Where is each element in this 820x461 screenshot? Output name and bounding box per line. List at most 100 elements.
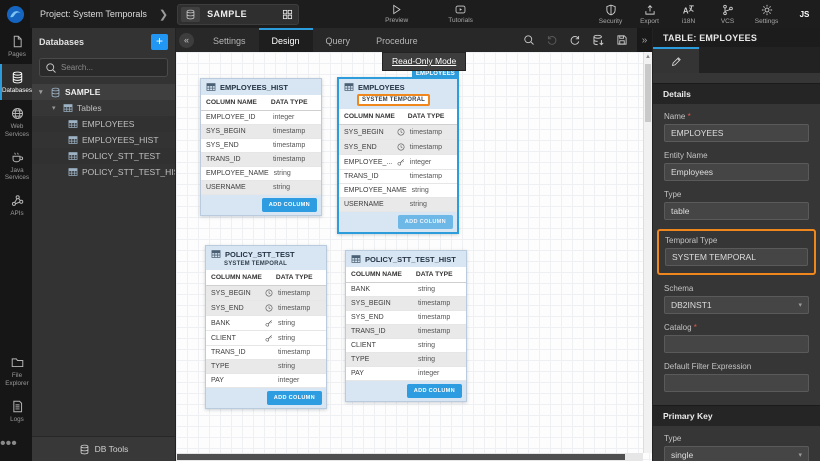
tree-node-table[interactable]: POLICY_STT_TEST [32, 148, 175, 164]
folder-icon [11, 356, 24, 369]
add-column-button[interactable]: ADD COLUMN [407, 384, 462, 398]
add-database-button[interactable]: + [151, 34, 168, 50]
i18n-button[interactable]: Ai18N [672, 4, 705, 25]
tab-procedure[interactable]: Procedure [363, 28, 431, 52]
db-tools-button[interactable]: DB Tools [32, 436, 175, 461]
scroll-up-icon[interactable]: ▲ [644, 52, 652, 62]
table-card-employees[interactable]: EMPLOYEESEMPLOYEESSYSTEM TEMPORALCOLUMN … [337, 77, 459, 234]
column-row[interactable]: SYS_ENDtimestamp [206, 301, 326, 316]
input-control[interactable] [664, 335, 809, 353]
table-card-policy_stt_test_hist[interactable]: POLICY_STT_TEST_HISTCOLUMN NAMEDATA TYPE… [345, 250, 467, 402]
column-row[interactable]: PAYinteger [346, 367, 466, 381]
tree-node-table[interactable]: EMPLOYEES_HIST [32, 132, 175, 148]
app-logo-icon[interactable] [0, 0, 30, 28]
sidebar-item-databases[interactable]: Databases [0, 64, 32, 100]
sidebar-item-logs[interactable]: Logs [0, 393, 32, 429]
tree-node-tables-group[interactable]: ▾Tables [32, 100, 175, 116]
column-row[interactable]: BANKstring [346, 283, 466, 297]
expand-panel-button[interactable]: » [637, 28, 652, 52]
gear-icon [761, 4, 773, 16]
more-options-icon[interactable]: ••• [0, 429, 32, 461]
column-row[interactable]: SYS_BEGINtimestamp [206, 286, 326, 301]
select-control[interactable]: single▾ [664, 446, 809, 461]
scrollbar-thumb[interactable] [645, 64, 651, 122]
column-row[interactable]: TRANS_IDtimestamp [339, 170, 457, 184]
column-row[interactable]: SYS_ENDtimestamp [346, 311, 466, 325]
scrollbar-thumb[interactable] [177, 454, 625, 460]
db-sync-icon[interactable] [592, 34, 605, 47]
column-row[interactable]: EMPLOYEE_NAMEstring [201, 167, 321, 181]
vcs-button[interactable]: VCS [711, 4, 744, 25]
clock-icon [265, 289, 273, 297]
input-control[interactable]: Employees [664, 163, 809, 181]
pencil-icon [671, 56, 682, 67]
column-row[interactable]: TRANS_IDtimestamp [201, 153, 321, 167]
column-row[interactable]: EMPLOYEE_IDinteger [201, 111, 321, 125]
caret-down-icon[interactable]: ▾ [52, 104, 59, 112]
column-row[interactable]: EMPLOYEE_...integer [339, 155, 457, 170]
redo-icon[interactable] [569, 34, 581, 46]
add-column-button[interactable]: ADD COLUMN [398, 215, 453, 229]
schema-canvas[interactable]: Read-Only Mode ▲ EMPLOYEES_HISTCOLUMN NA… [176, 52, 652, 461]
table-card-employees_hist[interactable]: EMPLOYEES_HISTCOLUMN NAMEDATA TYPEEMPLOY… [200, 78, 322, 216]
tutorials-button[interactable]: Tutorials [448, 4, 473, 24]
column-row[interactable]: SYS_ENDtimestamp [339, 140, 457, 155]
column-row[interactable]: TYPEstring [206, 360, 326, 374]
collapse-panel-button[interactable]: « [179, 33, 194, 48]
column-row[interactable]: TRANS_IDtimestamp [346, 325, 466, 339]
input-control[interactable] [664, 374, 809, 392]
user-avatar[interactable]: JS [795, 5, 814, 24]
select-control[interactable]: DB2INST1▾ [664, 296, 809, 314]
tree-node-table[interactable]: EMPLOYEES [32, 116, 175, 132]
active-service-tab[interactable]: SAMPLE [177, 4, 299, 25]
column-row[interactable]: SYS_ENDtimestamp [201, 139, 321, 153]
card-footer: ADD COLUMN [346, 381, 466, 401]
table-card-policy_stt_test[interactable]: POLICY_STT_TESTSYSTEM TEMPORALCOLUMN NAM… [205, 245, 327, 409]
column-row[interactable]: BANKstring [206, 316, 326, 331]
input-control[interactable]: EMPLOYEES [664, 124, 809, 142]
column-row[interactable]: PAYinteger [206, 374, 326, 388]
search-box[interactable] [39, 58, 168, 77]
svg-text:A: A [683, 6, 689, 15]
search-tool-icon[interactable] [523, 34, 535, 46]
sidebar-item-java-services[interactable]: Java Services [0, 144, 32, 187]
column-row[interactable]: CLIENTstring [346, 339, 466, 353]
column-row[interactable]: TYPEstring [346, 353, 466, 367]
search-input[interactable] [61, 63, 162, 72]
grid-switcher-icon[interactable] [282, 9, 293, 20]
input-control[interactable]: table [664, 202, 809, 220]
column-row[interactable]: SYS_BEGINtimestamp [346, 297, 466, 311]
preview-button[interactable]: Preview [385, 4, 408, 24]
input-control[interactable]: SYSTEM TEMPORAL [665, 248, 808, 266]
edit-properties-tab[interactable] [653, 47, 699, 73]
sidebar-item-web-services[interactable]: Web Services [0, 100, 32, 143]
tab-query[interactable]: Query [313, 28, 364, 52]
column-row[interactable]: SYS_BEGINtimestamp [339, 125, 457, 140]
column-row[interactable]: USERNAMEstring [201, 181, 321, 195]
column-row[interactable]: EMPLOYEE_NAMEstring [339, 184, 457, 198]
security-button[interactable]: Security [594, 4, 627, 25]
column-row[interactable]: SYS_BEGINtimestamp [201, 125, 321, 139]
sidebar-item-file-explorer[interactable]: File Explorer [0, 349, 32, 392]
save-icon[interactable] [616, 34, 628, 46]
column-row[interactable]: TRANS_IDtimestamp [206, 346, 326, 360]
field-temporal-type: Temporal TypeSYSTEM TEMPORAL [657, 229, 816, 275]
tree-node-database[interactable]: ▾SAMPLE [32, 84, 175, 100]
add-column-button[interactable]: ADD COLUMN [262, 198, 317, 212]
undo-icon[interactable] [546, 34, 558, 46]
canvas-horizontal-scrollbar[interactable] [176, 453, 643, 461]
field-name: NameEMPLOYEES [664, 112, 809, 142]
sidebar-item-apis[interactable]: APIs [0, 187, 32, 223]
tab-settings[interactable]: Settings [200, 28, 259, 52]
globe-icon [11, 107, 24, 120]
settings-button[interactable]: Settings [750, 4, 783, 25]
canvas-vertical-scrollbar[interactable]: ▲ [643, 52, 652, 453]
tree-node-table[interactable]: POLICY_STT_TEST_HIST [32, 164, 175, 180]
export-button[interactable]: Export [633, 4, 666, 25]
tab-design[interactable]: Design [259, 28, 313, 52]
caret-down-icon[interactable]: ▾ [39, 88, 46, 96]
sidebar-item-pages[interactable]: Pages [0, 28, 32, 64]
add-column-button[interactable]: ADD COLUMN [267, 391, 322, 405]
column-row[interactable]: CLIENTstring [206, 331, 326, 346]
column-row[interactable]: USERNAMEstring [339, 198, 457, 212]
